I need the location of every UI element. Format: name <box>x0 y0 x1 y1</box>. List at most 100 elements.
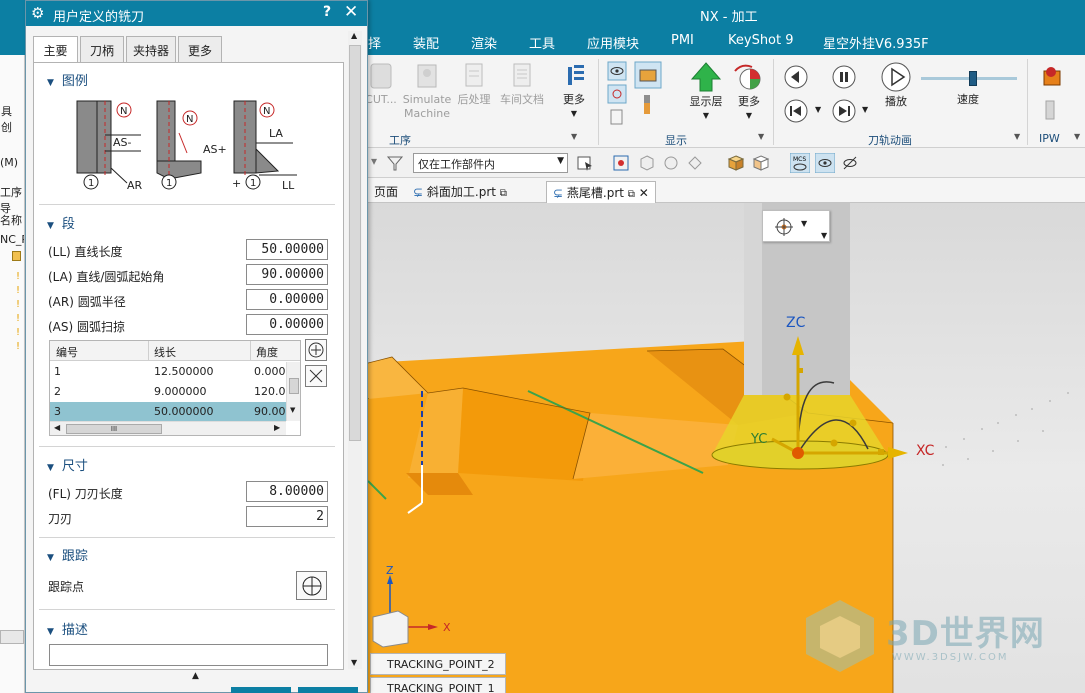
chevron-down-icon[interactable]: ▼ <box>801 219 807 228</box>
menu-tab-app-modules[interactable]: 应用模块 <box>587 33 639 52</box>
select-icon[interactable] <box>576 154 596 172</box>
fl-input[interactable]: 8.00000 <box>246 481 328 502</box>
doc-tab-dovetail[interactable]: ⊊ 燕尾槽.prt ⧉ ✕ <box>546 181 656 203</box>
popout-icon[interactable]: ⧉ <box>628 189 635 200</box>
table-row[interactable]: 2 9.000000 120.0 <box>50 382 286 401</box>
tab-holder-shank[interactable]: 刀柄 <box>80 36 124 63</box>
postprocess-button[interactable]: 后处理 <box>455 61 493 107</box>
chevron-left-icon[interactable]: ◀ <box>54 423 60 432</box>
ok-button-edge[interactable] <box>231 687 291 693</box>
column-header-length[interactable]: 线长 <box>154 344 176 360</box>
table-hscroll-thumb[interactable]: III <box>66 424 162 434</box>
shapes-icon[interactable] <box>662 154 680 172</box>
cancel-button-edge[interactable] <box>298 687 358 693</box>
ipw-tool-icon[interactable] <box>1040 99 1064 123</box>
chevron-down-icon[interactable]: ▼ <box>290 406 295 414</box>
section-dimension[interactable]: ▼ 尺寸 <box>47 455 88 474</box>
chevron-down-icon[interactable]: ▼ <box>862 105 868 114</box>
chevron-right-icon[interactable]: ▶ <box>274 423 280 432</box>
chevron-down-icon[interactable]: ▼ <box>1074 132 1080 141</box>
chevron-down-icon[interactable]: ▼ <box>815 105 821 114</box>
skip-forward-icon[interactable] <box>831 98 857 124</box>
chevron-up-icon[interactable]: ▲ <box>351 31 357 40</box>
view-orientation-popup[interactable]: ▼ ▼ <box>762 210 830 242</box>
chevron-down-icon[interactable]: ▼ <box>821 231 827 240</box>
step-back-icon[interactable] <box>783 64 809 90</box>
menu-tab-assembly[interactable]: 装配 <box>413 33 439 52</box>
column-header-index[interactable]: 编号 <box>56 344 78 360</box>
speed-thumb[interactable] <box>969 71 977 86</box>
table-hscroll[interactable]: ◀ III ▶ <box>50 421 286 435</box>
menu-tab-plugin[interactable]: 星空外挂V6.935F <box>823 33 929 52</box>
flutes-input[interactable]: 2 <box>246 506 328 527</box>
cube-icon[interactable] <box>727 154 745 172</box>
chevron-down-icon[interactable]: ▼ <box>1014 132 1020 141</box>
cube-outline-icon[interactable] <box>752 154 770 172</box>
menu-tab-keyshot[interactable]: KeyShot 9 <box>728 33 794 48</box>
hexagon-icon[interactable] <box>638 154 656 172</box>
filter-icon[interactable] <box>386 154 404 172</box>
pause-icon[interactable] <box>831 64 857 90</box>
dialog-scrollbar[interactable]: ▲ ▼ <box>348 31 362 669</box>
column-header-angle[interactable]: 角度 <box>256 344 278 360</box>
delete-segment-button[interactable] <box>305 365 327 387</box>
section-description[interactable]: ▼ 描述 <box>47 619 88 638</box>
scope-filter-select[interactable]: 仅在工作部件内 ▼ <box>413 153 568 173</box>
tool-display-button[interactable] <box>636 93 658 121</box>
display-layer-button[interactable]: 显示层 ▼ <box>684 61 728 123</box>
doc-tab-start-page[interactable]: 页面 <box>368 181 404 203</box>
help-button[interactable]: ? <box>323 4 331 20</box>
gear-icon[interactable]: ⚙ <box>31 4 44 22</box>
description-input[interactable] <box>49 644 328 666</box>
hide-icon[interactable] <box>840 153 860 173</box>
tab-main[interactable]: 主要 <box>33 36 78 63</box>
doc-tab-bevel[interactable]: ⊊ 斜面加工.prt ⧉ <box>407 181 513 203</box>
table-vscroll[interactable]: ▼ <box>286 362 300 421</box>
chevron-down-icon[interactable]: ▾ <box>371 154 377 168</box>
display-toggle-3[interactable] <box>606 107 628 131</box>
chevron-down-icon[interactable]: ▼ <box>351 658 357 667</box>
chevron-up-icon[interactable]: ▲ <box>192 671 199 681</box>
popout-icon[interactable]: ⧉ <box>500 188 507 199</box>
menu-tab-tools[interactable]: 工具 <box>529 33 555 52</box>
skip-back-icon[interactable] <box>783 98 809 124</box>
graphics-window[interactable]: ZC XC YC Z X ▼ ▼ TRACKING_POINT_2 TRACKI… <box>368 203 1085 693</box>
tracking-point-label-1[interactable]: TRACKING_POINT_1 <box>370 677 506 693</box>
la-input[interactable]: 90.00000 <box>246 264 328 285</box>
table-vscroll-thumb[interactable] <box>289 378 299 394</box>
navigator-scroll[interactable] <box>0 630 24 644</box>
tab-holder[interactable]: 夹持器 <box>126 36 176 63</box>
shop-documentation-button[interactable]: 车间文档 <box>497 61 547 107</box>
menu-tab-render[interactable]: 渲染 <box>471 33 497 52</box>
tab-more[interactable]: 更多 <box>178 36 222 63</box>
ll-input[interactable]: 50.00000 <box>246 239 328 260</box>
mcs-icon[interactable]: MCS <box>790 153 810 173</box>
display-toggle-2[interactable] <box>606 84 628 108</box>
cut-button[interactable]: CUT... <box>363 61 399 107</box>
menu-tab-select[interactable]: 择 <box>368 33 381 52</box>
section-tracking[interactable]: ▼ 跟踪 <box>47 545 88 564</box>
chevron-down-icon[interactable]: ▼ <box>758 132 764 141</box>
as-input[interactable]: 0.00000 <box>246 314 328 335</box>
menu-tab-pmi[interactable]: PMI <box>671 33 694 48</box>
navigator-menu-fragment[interactable]: (M) <box>0 156 18 169</box>
close-button[interactable]: ✕ <box>344 2 358 22</box>
navigator-row-fragment[interactable]: NC_P <box>0 233 24 246</box>
chevron-down-icon[interactable]: ▼ <box>571 132 577 141</box>
toolpath-view-icon[interactable] <box>815 153 835 173</box>
section-segment[interactable]: ▼ 段 <box>47 213 75 232</box>
speed-slider[interactable] <box>921 71 1017 87</box>
move-icon[interactable] <box>686 154 708 172</box>
table-row[interactable]: 1 12.500000 0.000 <box>50 362 286 381</box>
simulate-machine-button[interactable]: Simulate Machine <box>400 61 454 121</box>
more-display-button[interactable]: 更多 ▼ <box>731 61 767 123</box>
play-button[interactable]: 播放 <box>876 61 916 109</box>
dialog-title-bar[interactable]: ⚙ 用户定义的铣刀 ? ✕ <box>26 1 367 26</box>
add-segment-button[interactable] <box>305 339 327 361</box>
close-tab-icon[interactable]: ✕ <box>639 186 649 200</box>
table-row-selected[interactable]: 3 50.000000 90.00 <box>50 402 286 421</box>
dialog-scroll-thumb[interactable] <box>349 45 361 441</box>
tracking-point-button[interactable] <box>296 571 327 600</box>
snap-icon[interactable] <box>612 154 630 172</box>
more-operations-button[interactable]: 更多 ▼ <box>558 61 590 121</box>
